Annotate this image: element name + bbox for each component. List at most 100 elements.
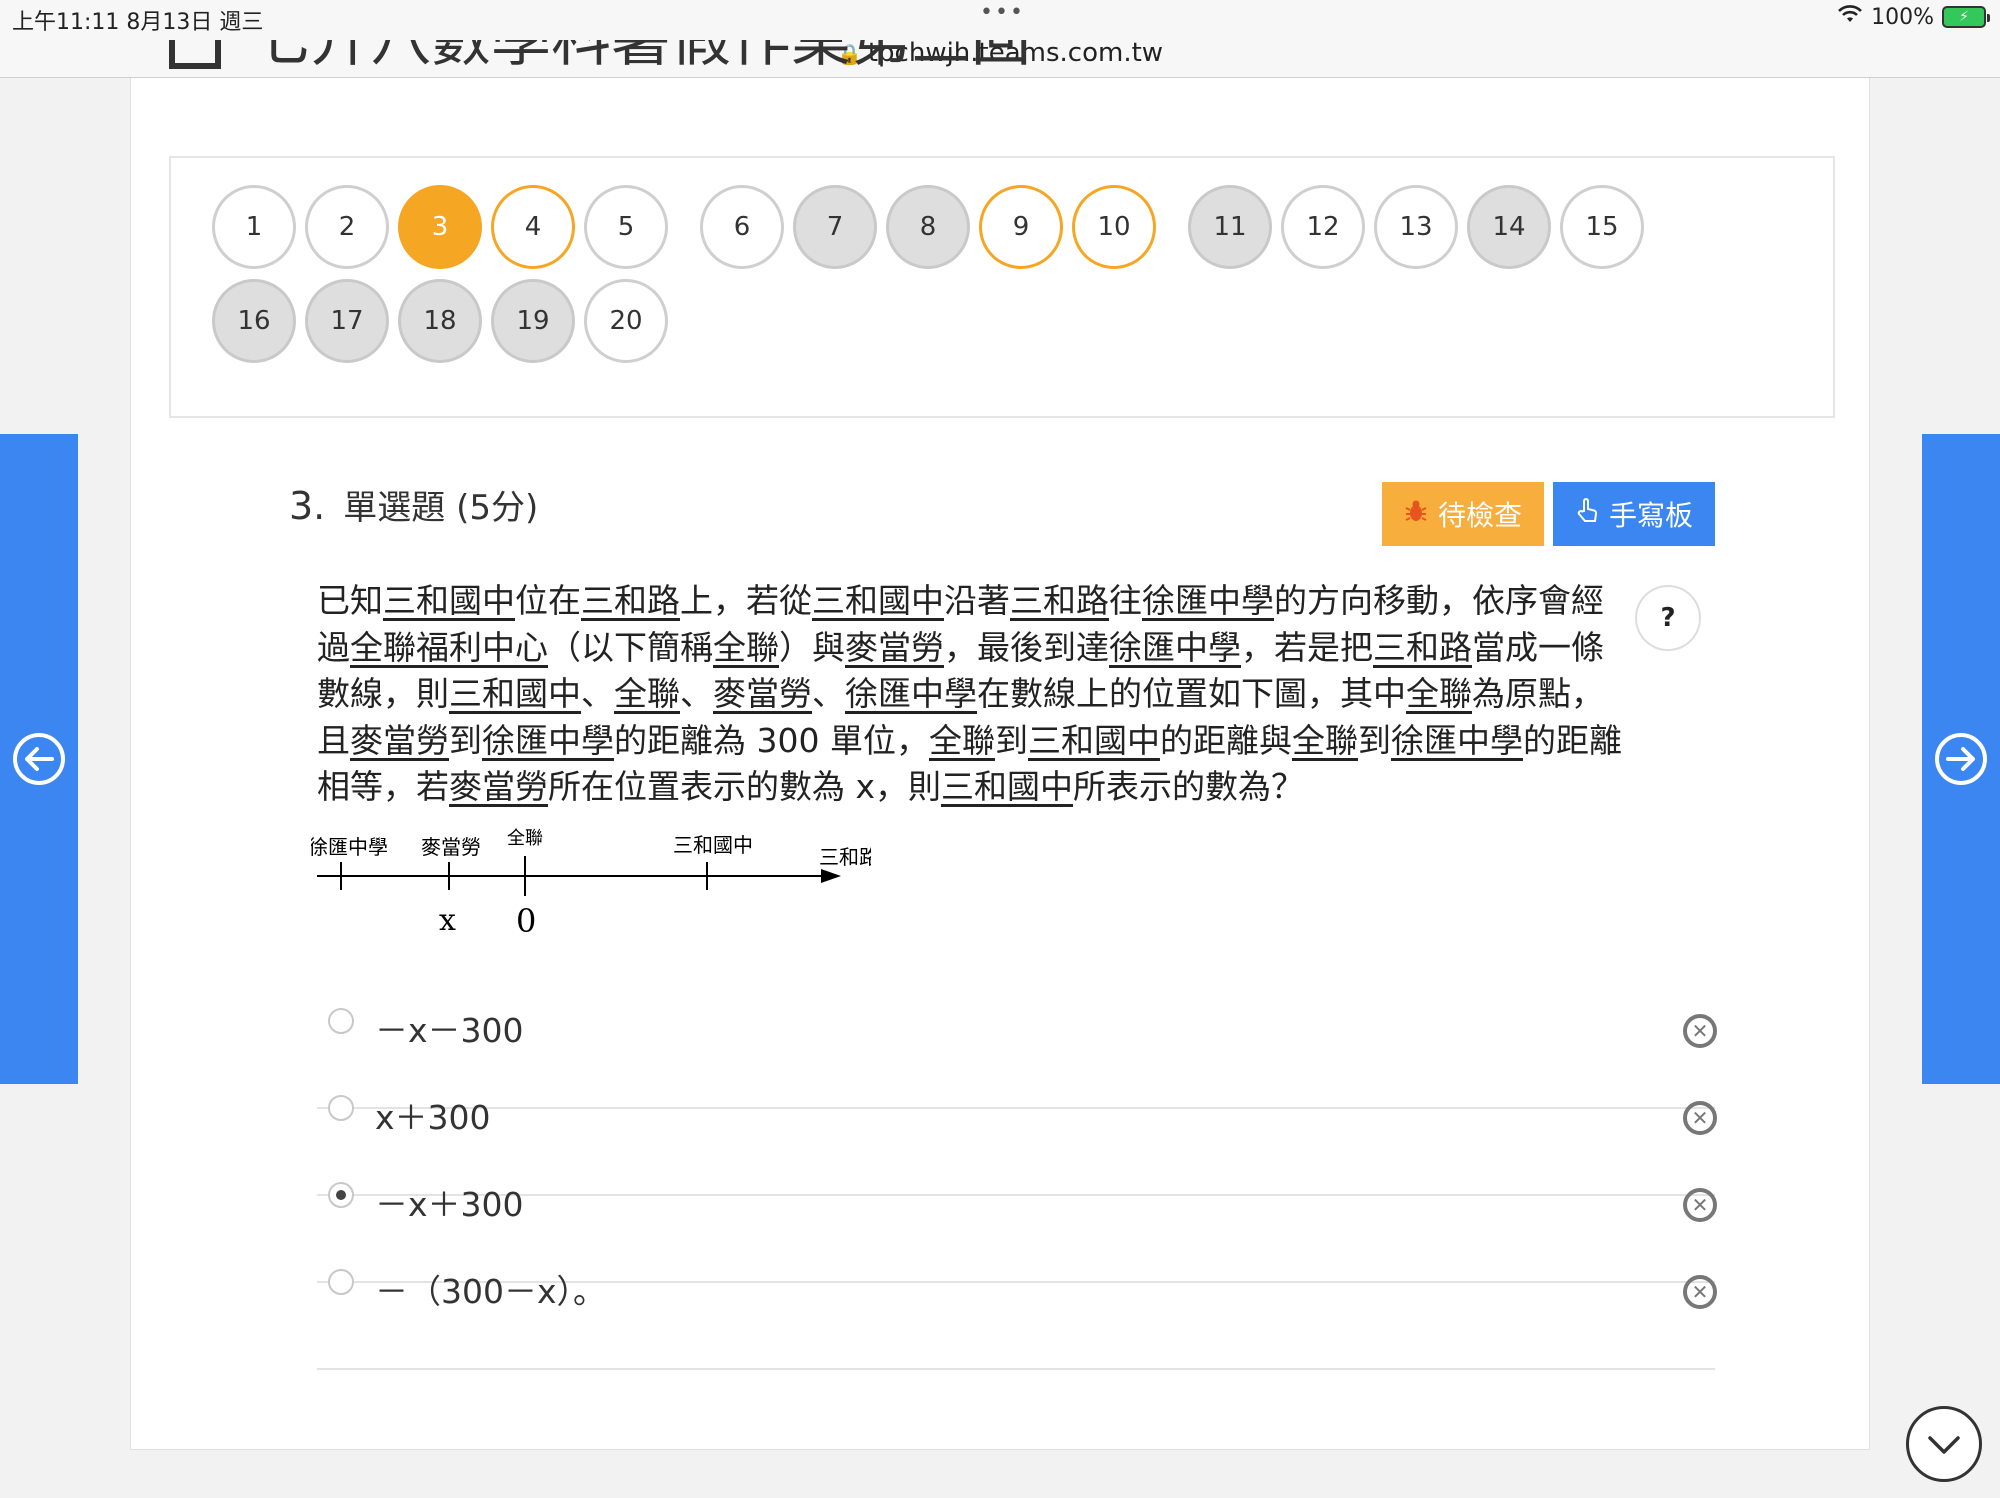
underlined-term: 三和國中: [812, 581, 944, 620]
eliminate-option-icon[interactable]: ✕: [1683, 1275, 1717, 1309]
option-radio[interactable]: [328, 1095, 354, 1121]
question-nav-button[interactable]: 14: [1467, 185, 1551, 269]
review-later-button[interactable]: 待檢查: [1382, 482, 1544, 546]
question-nav-button[interactable]: 3: [398, 185, 482, 269]
question-nav-button[interactable]: 7: [793, 185, 877, 269]
question-text-segment: ，若是把: [1241, 627, 1373, 667]
underlined-term: 三和國中: [383, 581, 515, 620]
question-nav-button[interactable]: 11: [1188, 185, 1272, 269]
label-mcdonalds: 麥當勞: [421, 835, 481, 859]
question-nav-button[interactable]: 1: [212, 185, 296, 269]
question-text-segment: 的距離與: [1159, 720, 1292, 760]
question-nav-button[interactable]: 12: [1281, 185, 1365, 269]
underlined-term: 全聯福利中心: [350, 627, 548, 667]
eliminate-option-icon[interactable]: ✕: [1683, 1014, 1717, 1048]
underlined-term: 三和國中: [1027, 720, 1160, 760]
status-right: 100% ⚡: [1837, 4, 1990, 30]
help-button[interactable]: ?: [1635, 585, 1701, 651]
question-nav-button[interactable]: 6: [700, 185, 784, 269]
question-text-segment: 已知: [317, 581, 383, 620]
question-number: 3.: [289, 484, 326, 528]
next-question-button[interactable]: [1922, 434, 2000, 1084]
question-nav-button[interactable]: 20: [584, 279, 668, 363]
underlined-term: 麥當勞: [449, 767, 548, 806]
option-radio[interactable]: [328, 1182, 354, 1208]
question-nav-button[interactable]: 18: [398, 279, 482, 363]
previous-question-button[interactable]: [0, 434, 78, 1084]
eliminate-option-icon[interactable]: ✕: [1683, 1101, 1717, 1135]
underlined-term: 三和路: [581, 581, 680, 620]
exam-page: 七升八數學科暑假作業第三回 1 2 3 4 5 6 7 8 9 10 11 12 13 14 15 16 17 1…: [130, 40, 1870, 1450]
question-text-segment: 到: [994, 720, 1028, 760]
value-zero: 0: [516, 902, 536, 940]
value-x: x: [439, 903, 456, 938]
question-nav-button[interactable]: 15: [1560, 185, 1644, 269]
question-text-segment: 、: [812, 674, 845, 713]
question-nav-button[interactable]: 5: [584, 185, 668, 269]
more-dots-icon[interactable]: •••: [980, 0, 1025, 25]
option-radio[interactable]: [328, 1269, 354, 1295]
scroll-down-button[interactable]: [1906, 1406, 1982, 1482]
underlined-term: 三和路: [1373, 627, 1472, 667]
underlined-term: 徐匯中學: [1142, 581, 1274, 620]
question-nav-button[interactable]: 13: [1374, 185, 1458, 269]
question-nav-button[interactable]: 10: [1072, 185, 1156, 269]
underlined-term: 全聯: [713, 627, 779, 667]
battery-percent: 100%: [1871, 4, 1934, 30]
arrow-right-icon: [1935, 733, 1987, 785]
label-sanhe-road: 三和路: [819, 845, 871, 869]
bug-icon: [1404, 498, 1428, 531]
option-label: －x－300: [375, 1011, 524, 1050]
question-text-segment: 的距離為 300 單位，: [614, 720, 929, 760]
underlined-term: 徐匯中學: [482, 720, 614, 760]
handwriting-pad-button[interactable]: 手寫板: [1553, 482, 1715, 546]
option-label: －（300－x）。: [375, 1272, 607, 1311]
battery-icon: ⚡: [1942, 6, 1990, 28]
underlined-term: 麥當勞: [713, 674, 812, 713]
label-xuhui: 徐匯中學: [311, 835, 388, 859]
question-nav-button[interactable]: 4: [491, 185, 575, 269]
wifi-icon: [1837, 4, 1863, 30]
question-text-segment: 、: [680, 674, 713, 713]
page-title-area: 七升八數學科暑假作業第三回: [169, 40, 1369, 98]
label-pxmart: 全聯: [507, 828, 543, 849]
number-line-diagram: 徐匯中學 麥當勞 全聯 三和國中 三和路 x 0: [308, 826, 879, 960]
question-nav-button[interactable]: 16: [212, 279, 296, 363]
underlined-term: 全聯: [1406, 674, 1472, 713]
question-nav-button[interactable]: 9: [979, 185, 1063, 269]
underlined-term: 全聯: [1291, 720, 1358, 760]
eliminate-option-icon[interactable]: ✕: [1683, 1188, 1717, 1222]
question-navigator: 1 2 3 4 5 6 7 8 9 10 11 12 13 14 15 16 17 18 19 20: [169, 156, 1835, 418]
chevron-down-icon: [1926, 1424, 1962, 1465]
underlined-term: 徐匯中學: [845, 674, 977, 713]
review-later-label: 待檢查: [1437, 499, 1522, 532]
underlined-term: 全聯: [928, 720, 995, 760]
answer-option[interactable]: －（300－x）。 ✕: [317, 1259, 1717, 1370]
question-text-segment: 上，若從: [680, 581, 812, 620]
page-title: 七升八數學科暑假作業第三回: [251, 40, 1031, 75]
underlined-term: 麥當勞: [845, 627, 944, 667]
question-text: 已知三和國中位在三和路上，若從三和國中沿著三和路往徐匯中學的方向移動，依序會經過…: [317, 578, 1627, 811]
question-text-segment: 到: [449, 720, 482, 760]
underlined-term: 三和路: [1010, 581, 1109, 620]
question-text-segment: 到: [1357, 720, 1391, 760]
question-text-segment: 、: [581, 674, 614, 713]
question-nav-button[interactable]: 8: [886, 185, 970, 269]
question-text-segment: 位在: [515, 581, 581, 620]
underlined-term: 徐匯中學: [1390, 720, 1523, 760]
question-text-segment: 在數線上的位置如下圖，其中: [977, 674, 1406, 713]
question-nav-button[interactable]: 17: [305, 279, 389, 363]
option-label: x＋300: [375, 1098, 491, 1137]
handwriting-pad-label: 手寫板: [1608, 499, 1693, 532]
question-nav-button[interactable]: 19: [491, 279, 575, 363]
question-text-segment: 沿著: [944, 581, 1010, 620]
underlined-term: 三和國中: [449, 674, 581, 713]
option-radio[interactable]: [328, 1008, 354, 1034]
arrow-left-icon: [13, 733, 65, 785]
hand-pointer-icon: [1575, 497, 1599, 531]
underlined-term: 麥當勞: [350, 720, 449, 760]
label-sanhe-school: 三和國中: [673, 833, 753, 857]
question-nav-button[interactable]: 2: [305, 185, 389, 269]
question-header: 3. 單選題 (5分): [289, 480, 538, 529]
question-text-segment: 所表示的數為？: [1073, 767, 1305, 806]
